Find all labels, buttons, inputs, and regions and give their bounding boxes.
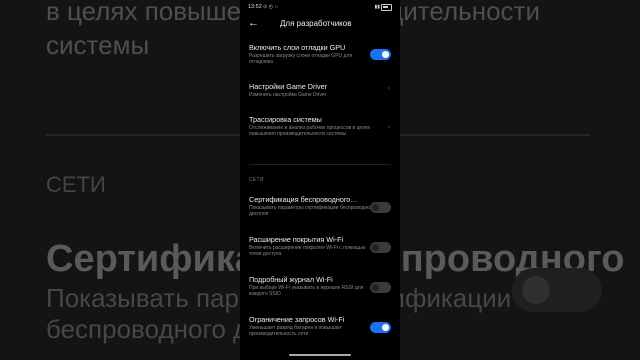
toggle-knob [382, 51, 389, 58]
toggle-knob [372, 284, 379, 291]
setting-subtitle: При выборе Wi-Fi указывать в журнале RSS… [249, 285, 364, 298]
setting-wifi-coverage-extension[interactable]: Расширение покрытия Wi-Fi Включить расши… [249, 235, 391, 257]
setting-title: Настройки Game Driver [249, 82, 327, 91]
bg-toggle-knob [522, 276, 550, 304]
setting-subtitle: Разрешить загрузку слоев отладки GPU для… [249, 53, 353, 66]
phone-screen: 13:52 ⊙ ◴ ∩ ▮▮ ← Для разработчиков Включ… [240, 0, 400, 360]
setting-wifi-scan-throttling[interactable]: Ограничение запросов Wi-Fi Уменьшает раз… [249, 315, 391, 337]
bg-text-line2: системы [46, 30, 150, 60]
status-time: 13:52 [248, 4, 262, 10]
signal-icon: ▮▮ [374, 3, 380, 10]
section-label-networks: СЕТИ [249, 177, 264, 183]
setting-subtitle: Уменьшает разряд батареи и повышает прои… [249, 325, 342, 338]
toggle-knob [372, 204, 379, 211]
toggle-switch[interactable] [370, 242, 391, 253]
setting-wifi-verbose-logging[interactable]: Подробный журнал Wi-Fi При выборе Wi-Fi … [249, 275, 391, 297]
status-icons: ⊙ ◴ ∩ [263, 3, 278, 10]
setting-game-driver[interactable]: Настройки Game Driver Изменить настройки… [249, 82, 391, 98]
setting-title: Подробный журнал Wi-Fi [249, 275, 333, 284]
toggle-knob [382, 324, 389, 331]
setting-subtitle: Включить расширение покрытия Wi-Fi с пом… [249, 245, 366, 258]
bg-toggle [512, 268, 602, 312]
toggle-switch[interactable] [370, 202, 391, 213]
bg-section-label: СЕТИ [46, 172, 106, 197]
setting-title: Включить слои отладки GPU [249, 43, 346, 52]
setting-subtitle: Показывать параметры сертификации беспро… [249, 205, 375, 218]
section-divider [249, 164, 391, 165]
setting-gpu-debug-layers[interactable]: Включить слои отладки GPU Разрешить загр… [249, 43, 391, 65]
setting-title: Сертификация беспроводного… [249, 195, 358, 204]
app-bar: ← Для разработчиков [240, 14, 400, 34]
toggle-switch[interactable] [370, 322, 391, 333]
setting-wireless-display-certification[interactable]: Сертификация беспроводного… Показывать п… [249, 195, 391, 217]
setting-title: Трассировка системы [249, 115, 322, 124]
setting-title: Ограничение запросов Wi-Fi [249, 315, 345, 324]
setting-title: Расширение покрытия Wi-Fi [249, 235, 344, 244]
setting-system-tracing[interactable]: Трассировка системы Отслеживание и анали… [249, 115, 391, 137]
setting-subtitle: Изменить настройки Game Driver [249, 92, 327, 98]
toggle-switch[interactable] [370, 282, 391, 293]
back-arrow-icon[interactable]: ← [248, 17, 259, 29]
home-indicator[interactable] [289, 354, 351, 356]
status-bar: 13:52 ⊙ ◴ ∩ ▮▮ [240, 0, 400, 14]
page-title: Для разработчиков [280, 19, 352, 28]
chevron-right-icon: › [387, 124, 390, 131]
battery-icon [381, 4, 392, 11]
toggle-knob [372, 244, 379, 251]
setting-subtitle: Отслеживание и анализ рабочих процессов … [249, 125, 371, 138]
chevron-right-icon: › [387, 85, 390, 92]
toggle-switch[interactable] [370, 49, 391, 60]
